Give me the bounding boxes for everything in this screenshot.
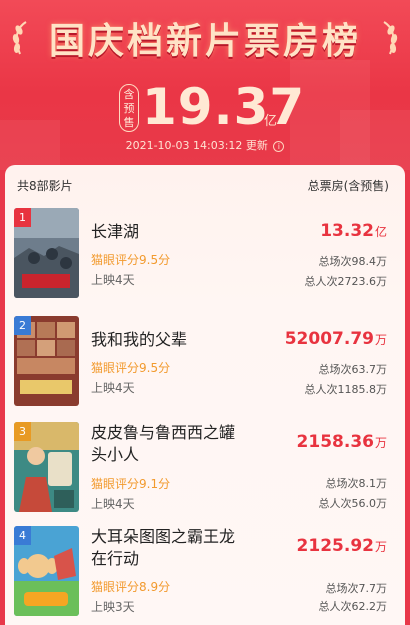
- box-unit: 万: [374, 436, 387, 450]
- movie-score: 猫眼评分9.5分: [91, 253, 171, 267]
- box-unit: 亿: [374, 225, 387, 239]
- title-wrap: 国庆档新片票房榜: [10, 8, 400, 64]
- box-value: 2125.92: [296, 536, 374, 556]
- movie-title: 长津湖: [91, 222, 140, 241]
- movie-box-office: 52007.79万: [285, 329, 387, 349]
- total-box-office: 含预售 19.37 亿: [0, 78, 410, 136]
- movie-poster[interactable]: 1: [14, 208, 79, 298]
- box-value: 13.32: [320, 221, 374, 241]
- total-box-unit: 亿: [264, 114, 278, 129]
- movie-score: 猫眼评分8.9分: [91, 580, 171, 594]
- movie-score: 猫眼评分9.5分: [91, 361, 171, 375]
- movie-people: 总人次62.2万: [318, 600, 388, 613]
- laurel-right-icon: [383, 21, 398, 55]
- movie-days: 上映4天: [91, 273, 135, 287]
- movie-score: 猫眼评分9.1分: [91, 477, 171, 491]
- movie-title: 我和我的父辈: [91, 330, 188, 349]
- movie-days: 上映3天: [91, 600, 135, 614]
- movie-row[interactable]: 3 皮皮鲁与鲁西西之罐头小人 猫眼评分9.1分 上映4天 2158.36万 总场…: [5, 422, 405, 520]
- header-banner: 国庆档新片票房榜 含预售 19.37 亿 2021-10-03 14:03:12…: [0, 0, 410, 170]
- update-time: 2021-10-03 14:03:12 更新: [125, 139, 268, 152]
- box-value: 2158.36: [296, 432, 374, 452]
- movie-box-office: 2125.92万: [297, 536, 387, 556]
- movie-poster[interactable]: 3: [14, 422, 79, 512]
- movie-title: 皮皮鲁与鲁西西之罐头小人: [91, 423, 236, 464]
- ranking-card: 共8部影片 总票房(含预售) 1 长津湖 猫眼评分9.5分 上映4天 13.32…: [5, 165, 405, 625]
- page-title: 国庆档新片票房榜: [48, 21, 361, 62]
- movie-shows: 总场次7.7万: [325, 582, 388, 595]
- box-unit: 万: [374, 540, 387, 554]
- movie-people: 总人次1185.8万: [304, 383, 388, 396]
- movie-shows: 总场次8.1万: [325, 477, 388, 490]
- movie-days: 上映4天: [91, 497, 135, 511]
- box-column-header: 总票房(含预售): [307, 179, 389, 193]
- movie-shows: 总场次63.7万: [318, 363, 388, 376]
- movie-people: 总人次2723.6万: [304, 275, 388, 288]
- movie-row[interactable]: 2 我和我的父辈 猫眼评分9.5分 上映4天 52007.79万 总场次63.7…: [5, 316, 405, 414]
- update-time-row: 2021-10-03 14:03:12 更新 i: [0, 137, 410, 153]
- info-icon[interactable]: i: [273, 140, 285, 152]
- movie-poster[interactable]: 4: [14, 526, 79, 616]
- box-unit: 万: [374, 333, 387, 347]
- movie-count: 共8部影片: [17, 179, 73, 193]
- movie-box-office: 13.32亿: [320, 221, 387, 241]
- movie-shows: 总场次98.4万: [318, 255, 388, 268]
- movie-poster[interactable]: 2: [14, 316, 79, 406]
- list-header: 共8部影片 总票房(含预售): [17, 177, 393, 194]
- rank-badge: 4: [14, 526, 31, 545]
- movie-title: 大耳朵图图之霸王龙在行动: [91, 527, 236, 568]
- movie-people: 总人次56.0万: [318, 497, 388, 510]
- rank-badge: 3: [14, 422, 31, 441]
- movie-row[interactable]: 1 长津湖 猫眼评分9.5分 上映4天 13.32亿 总场次98.4万 总人次2…: [5, 208, 405, 306]
- laurel-left-icon: [12, 21, 27, 55]
- rank-badge: 2: [14, 316, 31, 335]
- movie-days: 上映4天: [91, 381, 135, 395]
- box-value: 52007.79: [284, 329, 374, 349]
- movie-box-office: 2158.36万: [297, 432, 387, 452]
- presale-badge: 含预售: [119, 84, 139, 132]
- total-box-value: 19.37: [142, 78, 306, 136]
- movie-row[interactable]: 4 大耳朵图图之霸王龙在行动 猫眼评分8.9分 上映3天 2125.92万 总场…: [5, 526, 405, 624]
- rank-badge: 1: [14, 208, 31, 227]
